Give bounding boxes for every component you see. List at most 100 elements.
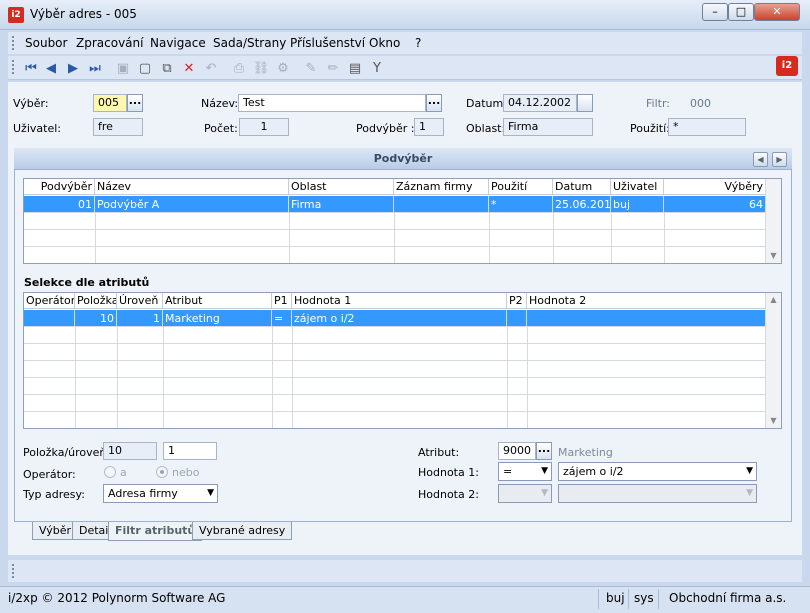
column-header[interactable]: Operátor [24, 293, 75, 309]
table-row[interactable] [24, 395, 766, 412]
status-bar: i/2xp © 2012 Polynorm Software AG buj sy… [0, 586, 810, 613]
menu-help[interactable]: ? [415, 36, 421, 50]
table-row[interactable]: 01 Podvýběr A Firma * 25.06.2012 buj 64 [24, 196, 766, 213]
grid-line [117, 327, 118, 428]
atribut-name: Marketing [558, 446, 613, 459]
hodnota1-select[interactable]: zájem o i/2 ▼ [558, 462, 757, 481]
save-icon[interactable]: ▣ [114, 59, 132, 77]
typ-adresy-label: Typ adresy: [23, 488, 85, 501]
toolbar: ⏮ ◀ ▶ ⏭ ▣ ▢ ⧉ ✕ ↶ ⎙ ⛓ ⚙ ✎ ✏ ▤ Y [8, 56, 802, 80]
table-row[interactable] [24, 361, 766, 378]
delete-icon[interactable]: ✕ [180, 59, 198, 77]
next-record-icon[interactable]: ▶ [64, 59, 82, 77]
grid-line [95, 213, 96, 263]
table-row[interactable] [24, 213, 766, 230]
vyber-input[interactable]: 005 [93, 94, 127, 112]
scroll-down-icon[interactable]: ▼ [766, 249, 781, 263]
column-header[interactable]: P2 [507, 293, 527, 309]
column-header[interactable]: Název [95, 179, 289, 195]
column-header[interactable]: Hodnota 1 [292, 293, 507, 309]
vertical-scrollbar[interactable]: ▲ ▼ [765, 293, 781, 428]
table-cell [394, 196, 489, 213]
column-header[interactable]: Oblast [289, 179, 394, 195]
attribute-section-title: Selekce dle atributů [24, 276, 150, 289]
column-header[interactable]: Hodnota 2 [527, 293, 766, 309]
uroven-input[interactable]: 1 [163, 442, 217, 460]
pocet-label: Počet: [204, 122, 238, 135]
radio-nebo-label: nebo [172, 466, 200, 479]
undo-icon[interactable]: ↶ [202, 59, 220, 77]
first-record-icon[interactable]: ⏮ [22, 59, 40, 77]
menu-sada-strany[interactable]: Sada/Strany [213, 36, 286, 50]
table-cell: Firma [289, 196, 394, 213]
pencil-icon[interactable]: ✏ [324, 59, 342, 77]
tab-vybrane-adresy[interactable]: Vybrané adresy [192, 522, 293, 540]
table-row[interactable] [24, 378, 766, 395]
copy-icon[interactable]: ⧉ [158, 59, 176, 77]
column-header[interactable]: Výběry [664, 179, 766, 195]
atribut-lookup-button[interactable]: ... [536, 442, 552, 460]
export-icon[interactable]: ▤ [346, 59, 364, 77]
menu-navigace[interactable]: Navigace [150, 36, 206, 50]
radio-a[interactable] [104, 466, 116, 478]
grid-line [507, 327, 508, 428]
atribut-input[interactable]: 9000 [498, 442, 536, 460]
status-separator [628, 589, 629, 609]
table-cell: 1 [117, 310, 163, 327]
panel-prev-icon[interactable]: ◀ [753, 152, 768, 167]
new-document-icon[interactable]: ▢ [136, 59, 154, 77]
column-header[interactable]: Uživatel [611, 179, 664, 195]
panel-next-icon[interactable]: ▶ [772, 152, 787, 167]
status-user: buj [606, 591, 625, 605]
hodnota2-select[interactable]: ▼ [558, 484, 757, 503]
table-row[interactable] [24, 327, 766, 344]
table-row[interactable]: 10 1 Marketing = zájem o i/2 [24, 310, 766, 327]
table-row[interactable] [24, 344, 766, 361]
atribut-label: Atribut: [418, 446, 460, 459]
scroll-up-icon[interactable]: ▲ [766, 293, 781, 307]
tab-filtr-atributu[interactable]: Filtr atributů [108, 522, 203, 541]
hodnota1-operator-select[interactable]: = ▼ [498, 462, 552, 481]
last-record-icon[interactable]: ⏭ [86, 59, 104, 77]
column-header[interactable]: Použití [489, 179, 553, 195]
structure-icon[interactable]: ⛓ [252, 59, 270, 77]
column-header[interactable]: P1 [272, 293, 292, 309]
radio-nebo[interactable] [156, 466, 168, 478]
previous-record-icon[interactable]: ◀ [42, 59, 60, 77]
menu-bar: Soubor Zpracování Navigace Sada/Strany P… [8, 32, 802, 54]
subselection-table[interactable]: Podvýběr Název Oblast Záznam firmy Použi… [23, 178, 782, 264]
nazev-lookup-button[interactable]: ... [426, 94, 442, 112]
table-row[interactable] [24, 230, 766, 247]
vyber-lookup-button[interactable]: ... [127, 94, 143, 112]
typ-adresy-value: Adresa firmy [108, 487, 178, 500]
column-header[interactable]: Datum [553, 179, 611, 195]
menu-prislusenstvi[interactable]: Příslušenství [290, 36, 365, 50]
attribute-table[interactable]: Operátor Položka Úroveň Atribut P1 Hodno… [23, 292, 782, 429]
column-header[interactable]: Podvýběr [24, 179, 95, 195]
close-button[interactable]: ✕ [754, 3, 800, 21]
print-icon[interactable]: ⎙ [230, 59, 248, 77]
hodnota1-label: Hodnota 1: [418, 466, 479, 479]
edit-icon[interactable]: ✎ [302, 59, 320, 77]
column-header[interactable]: Atribut [163, 293, 272, 309]
minimize-button[interactable]: – [702, 3, 728, 21]
table-cell: Marketing [163, 310, 272, 327]
menu-soubor[interactable]: Soubor [25, 36, 67, 50]
table-cell: 10 [75, 310, 117, 327]
maximize-button[interactable]: □ [728, 3, 754, 21]
column-header[interactable]: Záznam firmy [394, 179, 489, 195]
column-header[interactable]: Úroveň [117, 293, 163, 309]
datum-picker-button [577, 94, 593, 112]
hodnota2-operator-select[interactable]: ▼ [498, 484, 552, 503]
vertical-scrollbar[interactable]: ▼ [765, 179, 781, 263]
settings-icon[interactable]: ⚙ [274, 59, 292, 77]
scroll-down-icon[interactable]: ▼ [766, 414, 781, 428]
typ-adresy-select[interactable]: Adresa firmy ▼ [103, 484, 218, 503]
chevron-down-icon: ▼ [541, 466, 548, 476]
menu-zpracovani[interactable]: Zpracování [76, 36, 143, 50]
nazev-input[interactable]: Test [238, 94, 426, 112]
status-grip [12, 564, 14, 578]
column-header[interactable]: Položka [75, 293, 117, 309]
menu-okno[interactable]: Okno [369, 36, 400, 50]
filter-icon[interactable]: Y [368, 59, 386, 77]
